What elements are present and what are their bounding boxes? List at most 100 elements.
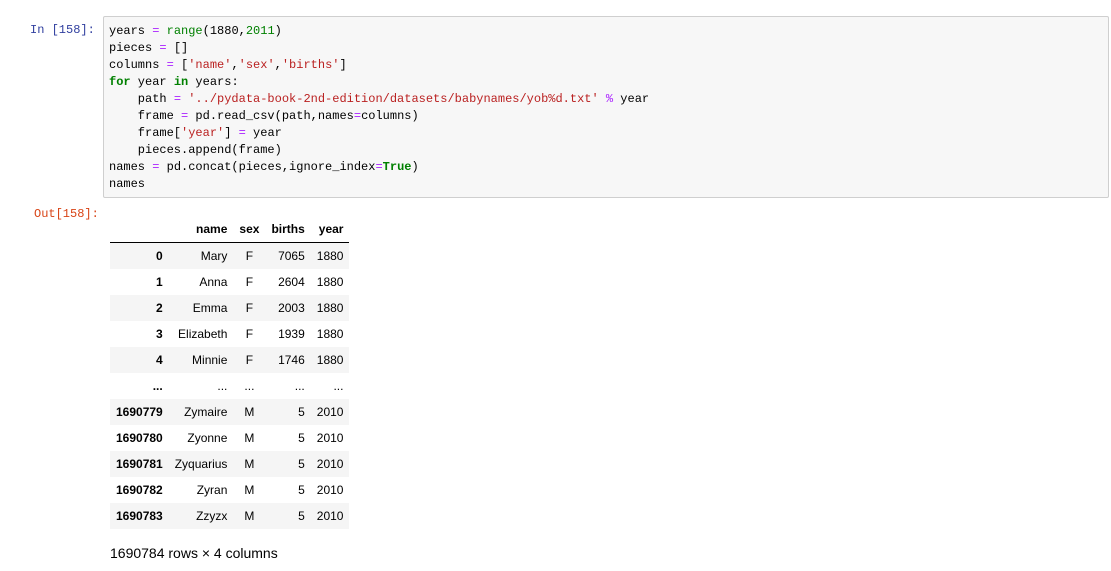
table-cell: ... (217, 379, 228, 393)
row-index: 4 (156, 353, 163, 367)
table-cell: Anna (199, 275, 228, 289)
code-input-area[interactable]: years = range(1880,2011) pieces = [] colum… (103, 16, 1109, 198)
code-token: = (173, 92, 182, 106)
code-token: years: (188, 75, 239, 89)
table-cell: 5 (298, 405, 305, 419)
table-cell: 7065 (278, 249, 305, 263)
code-token: = (353, 109, 362, 123)
column-header: sex (233, 216, 266, 243)
code-token: True (382, 160, 412, 174)
table-cell: 1880 (316, 327, 344, 341)
table-cell: 5 (298, 431, 305, 445)
dataframe-table: name sex births year 0 Mary F 7065 1880 1 Anna F 26… (110, 216, 350, 529)
code-line: years = range(1880,2011) (109, 23, 649, 40)
code-token: = (166, 58, 174, 72)
code-token: columns) (361, 109, 419, 123)
code-token: % (605, 92, 614, 106)
table-cell: 1939 (278, 327, 305, 341)
table-cell: F (245, 327, 254, 341)
table-cell: 1746 (278, 353, 305, 367)
code-token: path (109, 92, 174, 106)
table-row: 1690783 Zzyzx M 5 2010 (110, 503, 350, 529)
code-token: 'births' (281, 58, 340, 72)
row-index: ... (152, 379, 163, 393)
code-token: ] (224, 126, 239, 140)
row-index: 2 (156, 301, 163, 315)
table-row: 1690780 Zyonne M 5 2010 (110, 425, 349, 451)
table-cell: 1880 (316, 301, 344, 315)
code-token: year (613, 92, 650, 106)
column-header: births (265, 216, 311, 243)
code-token: 2011 (245, 24, 275, 38)
code-line: pieces.append(frame) (109, 142, 649, 159)
table-cell: 2010 (316, 483, 344, 497)
table-cell: 2010 (316, 509, 344, 523)
table-cell: 2010 (316, 431, 344, 445)
table-header-row: name sex births year (110, 216, 350, 243)
row-index: 1690779 (116, 405, 163, 419)
table-cell: F (245, 275, 254, 289)
code-token: pd.read_csv(path,names (188, 109, 354, 123)
table-cell: M (244, 405, 255, 419)
table-cell: ... (294, 379, 305, 393)
table-row: 1690782 Zyran M 5 2010 (110, 477, 349, 503)
table-row: ............... (110, 373, 349, 399)
code-line: frame['year'] = year (109, 125, 649, 142)
table-cell: 1880 (316, 275, 344, 289)
table-cell: 2010 (316, 457, 344, 471)
table-cell: M (244, 483, 255, 497)
table-row: 1 Anna F 2604 1880 (110, 269, 349, 295)
table-row: 3 Elizabeth F 1939 1880 (110, 321, 349, 347)
table-cell: M (244, 457, 255, 471)
column-header (110, 216, 169, 243)
code-token: , (231, 58, 239, 72)
row-index: 3 (156, 327, 163, 341)
table-cell: Zyonne (187, 431, 228, 445)
code-editor[interactable]: years = range(1880,2011) pieces = [] colum… (109, 23, 649, 193)
code-token: columns (109, 58, 167, 72)
code-token: 'name' (188, 58, 232, 72)
code-token: = (238, 126, 246, 140)
code-token: = (159, 41, 167, 55)
code-token: '../pydata-book-2nd-edition/datasets/bab… (188, 92, 599, 106)
table-row: 1690781 Zyquarius M 5 2010 (110, 451, 350, 477)
code-line: names = pd.concat(pieces,ignore_index=Tr… (109, 159, 649, 176)
output-area: name sex births year 0 Mary F 7065 1880 1 Anna F 26… (110, 216, 350, 529)
table-cell: 5 (298, 509, 305, 523)
code-token: pieces (109, 41, 160, 55)
table-cell: Minnie (192, 353, 228, 367)
code-token: [ (173, 58, 189, 72)
code-token: years (109, 24, 153, 38)
code-line: path = '../pydata-book-2nd-edition/datas… (109, 91, 649, 108)
code-token: [] (166, 41, 189, 55)
row-index: 1690781 (116, 457, 163, 471)
code-token: frame[ (109, 126, 182, 140)
table-cell: F (245, 249, 254, 263)
code-token: year (245, 126, 282, 140)
code-token: 'sex' (238, 58, 275, 72)
code-line: columns = ['name','sex','births'] (109, 57, 649, 74)
table-cell: Mary (200, 249, 228, 263)
table-row: 0 Mary F 7065 1880 (110, 242, 350, 269)
table-cell: ... (333, 379, 344, 393)
table-cell: Elizabeth (178, 327, 228, 341)
code-token: names (109, 177, 146, 191)
column-header: name (168, 216, 234, 243)
code-token: frame (109, 109, 182, 123)
code-token: for (109, 75, 131, 89)
table-cell: F (245, 301, 254, 315)
code-line: names (109, 176, 649, 193)
table-cell: Zyran (196, 483, 228, 497)
table-cell: F (245, 353, 254, 367)
table-cell: 1880 (316, 249, 344, 263)
code-line: pieces = [] (109, 40, 649, 57)
code-token: 'year' (181, 126, 225, 140)
table-cell: 5 (298, 483, 305, 497)
row-index: 1690780 (116, 431, 163, 445)
table-cell: 1880 (316, 353, 344, 367)
code-token: ) (274, 24, 282, 38)
row-index: 1690782 (116, 483, 163, 497)
table-cell: Zyquarius (174, 457, 228, 471)
